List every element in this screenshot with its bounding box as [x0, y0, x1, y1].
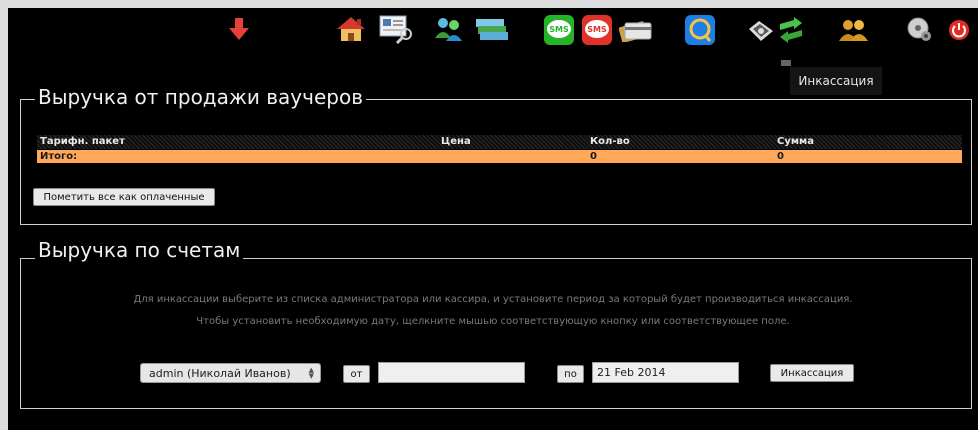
home-icon[interactable]	[336, 15, 366, 43]
info-text-line-2: Чтобы установить необходимую дату, щелкн…	[196, 316, 790, 327]
gear-tools-icon[interactable]	[747, 17, 775, 43]
mark-all-paid-button[interactable]: Пометить все как оплаченные	[33, 188, 215, 206]
users-icon[interactable]	[433, 16, 463, 42]
cards-stack-icon[interactable]	[474, 17, 510, 41]
browser-icon[interactable]	[684, 14, 716, 46]
voucher-table-header: Тарифн. пакет Цена Кол-во Сумма	[37, 135, 962, 149]
group-icon[interactable]	[838, 17, 868, 43]
sms-red-label: SMS	[587, 25, 607, 34]
credit-card-icon[interactable]	[618, 18, 654, 42]
tooltip-caret	[781, 60, 791, 66]
collect-cash-button[interactable]: Инкассация	[770, 364, 854, 382]
to-date-button[interactable]: по	[557, 365, 584, 383]
column-header-sum: Сумма	[777, 136, 814, 147]
table-row-total: Итого: 0 0	[37, 150, 962, 163]
admin-select[interactable]: admin (Николай Иванов) ▲ ▼	[140, 363, 321, 383]
from-date-button[interactable]: от	[343, 365, 370, 383]
money-transfer-icon[interactable]	[776, 16, 806, 44]
accounts-section-title: Выручка по счетам	[35, 237, 244, 263]
arrow-down-icon[interactable]	[228, 17, 250, 41]
from-date-field[interactable]	[378, 362, 525, 383]
admin-select-value: admin (Николай Иванов)	[149, 366, 291, 380]
settings-disc-icon[interactable]	[906, 16, 934, 44]
to-date-field[interactable]: 21 Feb 2014	[592, 362, 739, 383]
sms-green-label: SMS	[549, 25, 569, 34]
column-header-tariff: Тарифн. пакет	[40, 136, 125, 147]
sms-green-icon[interactable]: SMS	[543, 14, 575, 46]
voucher-section-title: Выручка от продажи ваучеров	[35, 84, 366, 110]
app-window: SMS SMS Инкассация Выручка от продажи ва…	[8, 8, 978, 430]
tooltip-inkassaciya: Инкассация	[790, 67, 882, 95]
document-search-icon[interactable]	[378, 14, 416, 44]
total-sum: 0	[777, 151, 784, 162]
total-count: 0	[590, 151, 597, 162]
total-label: Итого:	[40, 151, 78, 162]
sms-red-icon[interactable]: SMS	[581, 14, 613, 46]
column-header-price: Цена	[441, 136, 471, 147]
column-header-count: Кол-во	[590, 136, 630, 147]
accounts-revenue-section	[20, 258, 972, 409]
power-icon[interactable]	[948, 19, 970, 41]
select-arrows-icon: ▲ ▼	[308, 366, 314, 380]
info-text-line-1: Для инкассации выберите из списка админи…	[133, 294, 853, 305]
